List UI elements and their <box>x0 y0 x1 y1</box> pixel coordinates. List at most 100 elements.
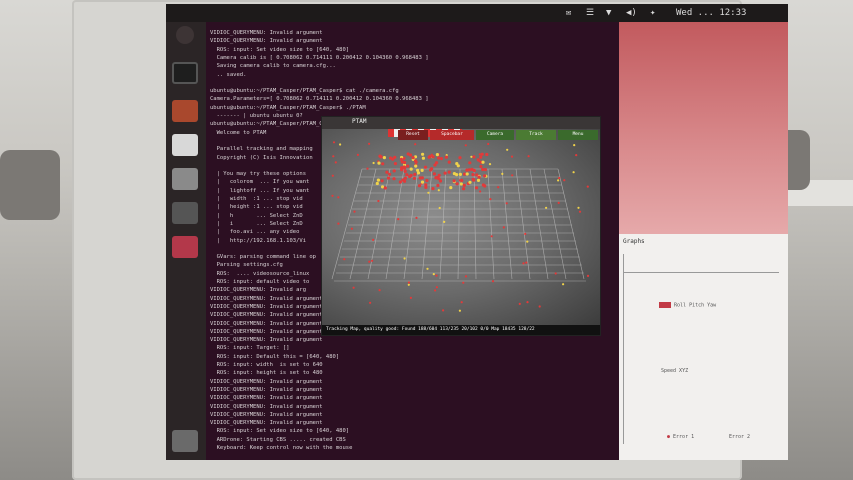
feature-point <box>545 206 548 209</box>
feature-point <box>331 174 334 177</box>
terminal-line: | width :1 ... stop vid <box>210 196 303 202</box>
feature-point <box>444 155 448 159</box>
network-icon[interactable]: ☰ <box>586 4 594 22</box>
terminal-line: | http://192.168.1.103/Vi <box>210 237 307 244</box>
ptam-menu-camera[interactable]: Camera <box>476 130 514 140</box>
graph-axis-y <box>623 254 624 444</box>
feature-point <box>491 280 495 283</box>
terminal-line: ubuntu@ubuntu:~/PTAM_Casper/PTAM_Casper$… <box>210 88 399 95</box>
feature-point <box>350 227 353 230</box>
feature-point <box>331 194 334 197</box>
launcher-dock <box>166 22 206 460</box>
graph-window[interactable]: Graphs Roll Pitch Yaw Speed XYZ ● Error … <box>619 234 788 460</box>
feature-point <box>510 155 514 158</box>
bluetooth-icon[interactable]: ▼ <box>606 4 611 22</box>
feature-point <box>409 167 413 171</box>
feature-point <box>371 259 374 262</box>
feature-point <box>397 218 400 221</box>
power-icon[interactable]: ✦ <box>650 4 655 22</box>
terminal-line: VIDIOC_QUERYMENU: Invalid argument <box>210 395 323 402</box>
feature-point <box>476 158 480 162</box>
feature-point <box>415 216 418 219</box>
feature-point <box>428 154 432 158</box>
feature-point <box>386 176 391 180</box>
feature-point <box>468 180 472 184</box>
feature-point <box>511 174 514 177</box>
terminal-line: | height :1 ... stop vid <box>210 204 303 211</box>
files-icon[interactable] <box>172 100 198 122</box>
ptam-menu-reset[interactable]: Reset <box>398 130 428 140</box>
feature-point <box>438 206 441 210</box>
feature-point <box>411 156 415 160</box>
feature-point <box>458 172 462 176</box>
feature-point <box>413 159 418 163</box>
terminal-line: | lightoff ... If you want <box>210 187 310 194</box>
feature-point <box>524 232 527 235</box>
graph-axis-x <box>623 272 779 273</box>
terminal-line: VIDIOC_QUERYMENU: Invalid argument <box>210 303 323 310</box>
feature-point <box>334 161 337 164</box>
feature-point <box>343 258 346 261</box>
feature-point <box>372 238 375 241</box>
terminal-line: Welcome to PTAM <box>210 129 267 136</box>
terminal-icon[interactable] <box>172 62 198 84</box>
ptam-menu-menu[interactable]: Menu <box>558 130 598 140</box>
feature-point <box>447 160 451 164</box>
feature-point <box>471 173 475 177</box>
feature-point <box>406 164 410 168</box>
feature-point <box>459 182 463 186</box>
feature-point <box>554 272 557 275</box>
feature-point <box>439 157 443 161</box>
feature-point <box>464 275 468 278</box>
feature-point <box>472 155 476 159</box>
mail-icon[interactable]: ✉ <box>566 4 571 22</box>
camera-icon[interactable] <box>172 202 198 224</box>
feature-point <box>389 156 393 160</box>
feature-point <box>435 176 439 180</box>
feature-point <box>393 162 397 166</box>
feature-point <box>462 187 466 191</box>
feature-point <box>468 161 472 165</box>
browser-icon[interactable] <box>172 134 198 156</box>
terminal-line: ROS: input: Set video size to [640, 480] <box>210 46 350 53</box>
feature-point <box>575 154 578 157</box>
ptam-icon[interactable] <box>172 236 198 258</box>
feature-point <box>413 172 417 176</box>
feature-point <box>573 144 576 147</box>
feature-point <box>442 309 445 312</box>
feature-point <box>572 171 575 174</box>
ptam-window[interactable]: PTAM Reset Spacebar Camera Track Menu Tr… <box>321 116 601 336</box>
feature-point <box>501 172 504 175</box>
feature-point <box>502 226 505 229</box>
feature-point <box>479 164 483 169</box>
terminal-line: ROS: input: Target: [] <box>210 345 290 352</box>
terminal-line: ------- | ubuntu ubuntu 0? <box>210 113 303 119</box>
ptam-menu-spacebar[interactable]: Spacebar <box>430 130 474 140</box>
dash-icon[interactable] <box>176 26 194 44</box>
terminal-line: VIDIOC_QUERYMENU: Invalid argument <box>210 337 323 344</box>
feature-point <box>455 162 459 166</box>
feature-point <box>378 154 382 158</box>
feature-point <box>402 165 406 169</box>
ptam-menu-track[interactable]: Track <box>516 130 556 140</box>
feature-point <box>405 173 409 177</box>
terminal-line: Camera calib is [ 0.708062 0.714111 0.20… <box>210 54 429 61</box>
feature-point <box>431 187 435 191</box>
feature-point <box>339 143 342 146</box>
feature-point <box>392 177 396 181</box>
volume-icon[interactable]: ◀) <box>626 4 637 22</box>
feature-point <box>420 180 425 184</box>
clock-text[interactable]: Wed ... 12:33 <box>676 4 746 22</box>
trash-icon[interactable] <box>172 430 198 452</box>
feature-point <box>375 181 379 186</box>
feature-point <box>392 169 396 173</box>
feature-point <box>518 302 521 305</box>
feature-point <box>431 155 435 159</box>
ptam-title-bar: PTAM <box>322 117 600 129</box>
monitor-bezel: ✉ ☰ ▼ ◀) ✦ Wed ... 12:33 VIDIOC_QUERYMEN… <box>72 0 788 480</box>
feature-point <box>478 153 481 156</box>
feature-point <box>497 186 500 189</box>
feature-point <box>526 240 529 243</box>
feature-point <box>378 289 381 292</box>
settings-icon[interactable] <box>172 168 198 190</box>
